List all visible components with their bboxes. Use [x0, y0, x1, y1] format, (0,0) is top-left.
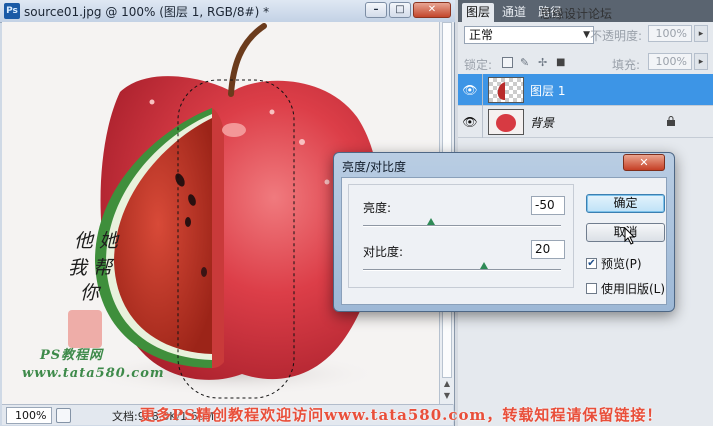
eye-column-divider	[482, 106, 483, 138]
status-menu-icon[interactable]	[56, 408, 71, 423]
brightness-label: 亮度:	[363, 201, 392, 215]
fill-input[interactable]: 100%	[648, 53, 692, 70]
contrast-slider-track[interactable]	[363, 269, 561, 271]
fill-arrow-icon[interactable]: ▸	[694, 53, 708, 70]
layer-name[interactable]: 背景	[530, 114, 554, 131]
lock-move-icon[interactable]: ✢	[538, 57, 549, 68]
preview-checkbox[interactable]: ✔	[586, 258, 597, 269]
calligraphy-mark: 他 她	[74, 230, 120, 252]
document-titlebar[interactable]: Ps source01.jpg @ 100% (图层 1, RGB/8#) * …	[0, 0, 455, 23]
svg-text:你: 你	[80, 282, 102, 304]
blend-mode-select[interactable]: 正常 ▼	[464, 26, 594, 44]
watermark-bottom-banner: 更多PS精创教程欢迎访问www.tata580.com，转载知程请保留链接！	[140, 406, 663, 424]
layer-thumbnail	[488, 77, 524, 103]
watermark-forum: 思缘设计论坛	[540, 7, 613, 21]
brightness-slider-track[interactable]	[363, 225, 561, 227]
visibility-eye-icon[interactable]: 👁	[462, 82, 478, 98]
brightness-input[interactable]: -50	[531, 196, 565, 215]
legacy-checkbox[interactable]	[586, 283, 597, 294]
photoshop-app-icon: Ps	[4, 3, 20, 19]
ok-button[interactable]: 确定	[586, 194, 665, 213]
lock-all-icon[interactable]: ■	[556, 57, 567, 68]
close-icon: ✕	[639, 156, 649, 169]
adjustment-group: 亮度: -50 对比度: 20	[348, 184, 574, 288]
close-button[interactable]: ✕	[413, 2, 451, 18]
minimize-button[interactable]: –	[365, 2, 387, 18]
contrast-label: 对比度:	[363, 245, 404, 259]
maximize-button[interactable]: □	[389, 2, 411, 18]
scroll-down-icon[interactable]: ▼	[442, 390, 452, 402]
layer-row-background[interactable]: 👁 背景	[458, 106, 713, 138]
svg-text:我 帮: 我 帮	[68, 257, 115, 279]
dialog-title: 亮度/对比度	[342, 160, 407, 174]
dialog-close-button[interactable]: ✕	[623, 154, 665, 171]
lock-transparent-icon[interactable]	[502, 57, 513, 68]
lock-icon	[667, 116, 675, 126]
contrast-slider-handle[interactable]	[480, 262, 488, 269]
close-icon: ✕	[427, 4, 437, 15]
watermark-site-url: www.tata580.com	[22, 366, 165, 381]
scroll-up-icon[interactable]: ▲	[442, 378, 452, 390]
blend-mode-value: 正常	[469, 28, 494, 42]
brightness-slider-handle[interactable]	[427, 218, 435, 225]
visibility-eye-icon[interactable]: 👁	[462, 114, 478, 130]
layer-thumbnail	[488, 109, 524, 135]
document-title: source01.jpg @ 100% (图层 1, RGB/8#) *	[24, 5, 270, 19]
fill-label: 填充:	[612, 58, 641, 72]
tab-layers[interactable]: 图层	[462, 3, 494, 22]
zoom-level-input[interactable]: 100%	[6, 407, 52, 424]
lock-label: 锁定:	[464, 58, 493, 72]
watermark-site-name: PS教程网	[40, 348, 104, 363]
opacity-label: 不透明度:	[590, 29, 643, 43]
layer-row-layer1[interactable]: 👁 图层 1	[458, 74, 713, 106]
layer1-thumbnail-art	[497, 82, 505, 100]
tab-channels[interactable]: 通道	[498, 3, 530, 22]
maximize-icon: □	[395, 4, 405, 15]
chevron-down-icon: ▼	[583, 30, 590, 40]
brightness-contrast-dialog: 亮度/对比度 ✕ 亮度: -50 对比度: 20 确定 取消 ✔ 预览(P) 使…	[333, 152, 675, 312]
layer-name[interactable]: 图层 1	[530, 82, 565, 99]
minimize-icon: –	[373, 4, 379, 15]
opacity-arrow-icon[interactable]: ▸	[694, 25, 708, 42]
eye-column-divider	[482, 74, 483, 106]
dialog-body: 亮度: -50 对比度: 20 确定 取消 ✔ 预览(P) 使用旧版(L)	[341, 177, 667, 305]
preview-label: 预览(P)	[601, 257, 642, 271]
legacy-label: 使用旧版(L)	[601, 282, 666, 296]
mouse-pointer-icon	[624, 227, 636, 245]
opacity-input[interactable]: 100%	[648, 25, 692, 42]
contrast-input[interactable]: 20	[531, 240, 565, 259]
background-thumbnail-art	[496, 114, 516, 132]
lock-brush-icon[interactable]: ✎	[520, 57, 531, 68]
